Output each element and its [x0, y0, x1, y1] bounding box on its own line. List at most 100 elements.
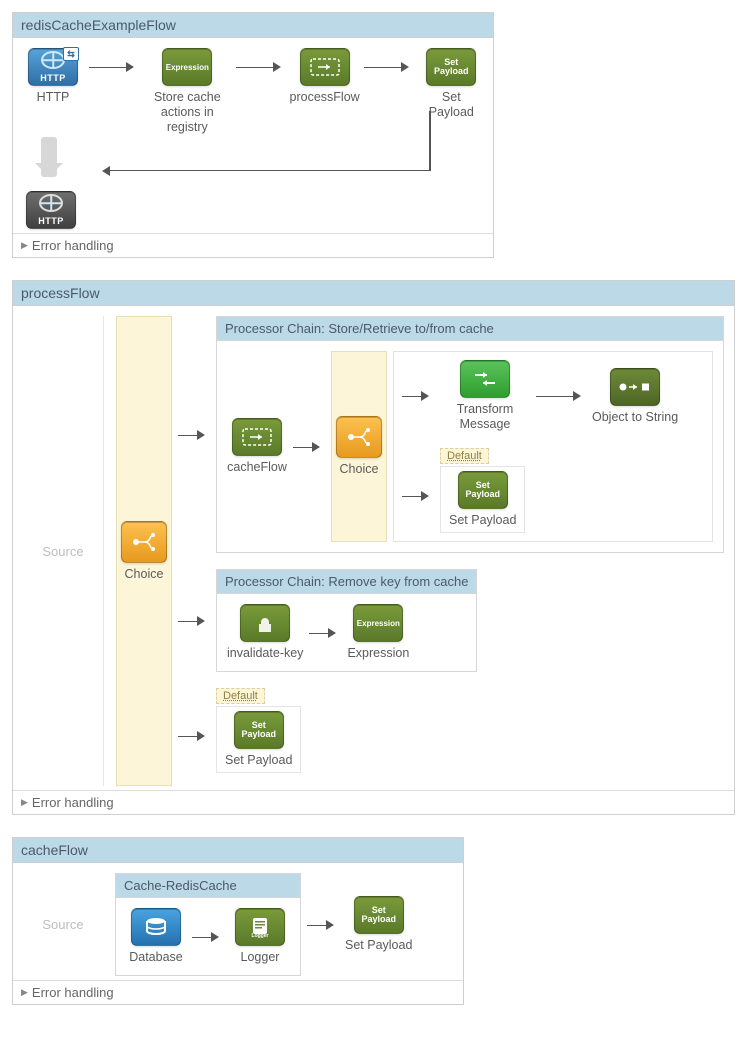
default-tag: Default [216, 688, 265, 704]
arrow-icon [192, 932, 224, 942]
main-row: Source Cache-RedisCache Database Logger [23, 873, 453, 976]
expression-icon: Expression [353, 604, 403, 642]
node-caption: Set Payload [225, 753, 292, 768]
inner-choice-branches: Transform Message Object to String [393, 351, 713, 542]
database-icon [131, 908, 181, 946]
arrow-icon [178, 616, 210, 626]
inner-set-payload-node[interactable]: Set Payload Set Payload [440, 466, 525, 533]
error-handling-bar[interactable]: ▶ Error handling [13, 980, 463, 1004]
node-caption: Store cache actions in registry [145, 90, 230, 135]
arrow-icon [236, 62, 286, 72]
set-payload-node[interactable]: Set Payload Set Payload [420, 48, 483, 120]
expression-node[interactable]: Expression Store cache actions in regist… [145, 48, 230, 135]
arrow-icon [178, 430, 210, 440]
object-to-string-icon [610, 368, 660, 406]
choice-branch-default: Default Set Payload Set Payload [178, 688, 724, 773]
transform-icon [460, 360, 510, 398]
choice-branch-2: Processor Chain: Remove key from cache i… [178, 569, 724, 672]
subflow-ref-node[interactable]: processFlow [292, 48, 358, 105]
error-label: Error handling [32, 795, 114, 810]
arrow-icon [402, 491, 434, 501]
http-reply-node[interactable]: HTTP [21, 191, 81, 229]
error-handling-bar[interactable]: ▶ Error handling [13, 233, 493, 257]
arrow-icon [364, 62, 414, 72]
icon-text: Payload [434, 67, 469, 76]
arrow-icon [536, 391, 586, 401]
logger-node[interactable]: Logger Logger [230, 908, 290, 965]
arrow-icon [293, 442, 325, 452]
set-payload-node[interactable]: Set Payload Set Payload [345, 896, 412, 953]
error-label: Error handling [32, 985, 114, 1000]
scope-body: invalidate-key Expression Expression [217, 594, 476, 671]
exchange-badge-icon: ⇆ [63, 47, 79, 61]
choice-branches: Processor Chain: Store/Retrieve to/from … [178, 316, 724, 773]
node-caption: Transform Message [440, 402, 530, 432]
choice-icon [336, 416, 382, 458]
error-handling-bar[interactable]: ▶ Error handling [13, 790, 734, 814]
icon-text: Payload [241, 730, 276, 739]
flow-process-flow: processFlow Source Choice Processor Chai… [12, 280, 735, 815]
invalidate-key-node[interactable]: invalidate-key [227, 604, 303, 661]
expression-icon: Expression [162, 48, 212, 86]
node-caption: Choice [340, 462, 379, 477]
choice-icon [121, 521, 167, 563]
arrow-icon [309, 628, 341, 638]
flow-title: processFlow [13, 281, 734, 306]
set-payload-icon: Set Payload [458, 471, 508, 509]
default-tag: Default [440, 448, 489, 464]
collapse-icon: ▶ [21, 797, 28, 808]
source-box: Source [23, 873, 103, 976]
set-payload-icon: Set Payload [354, 896, 404, 934]
subflow-icon [300, 48, 350, 86]
scope-title: Cache-RedisCache [116, 874, 300, 898]
choice-router[interactable]: Choice [116, 316, 172, 786]
error-label: Error handling [32, 238, 114, 253]
arrow-icon [307, 920, 339, 930]
cacheflow-ref-node[interactable]: cacheFlow [227, 418, 287, 475]
inner-branch-when: Transform Message Object to String [402, 360, 704, 432]
wide-arrow-down-icon [41, 137, 57, 177]
node-caption: Object to String [592, 410, 678, 425]
object-to-string-node[interactable]: Object to String [592, 368, 678, 425]
inner-choice-router[interactable]: Choice [331, 351, 387, 542]
set-payload-icon: Set Payload [234, 711, 284, 749]
feedback-connector [49, 131, 483, 191]
http-inbound-node[interactable]: HTTP ⇆ HTTP [23, 48, 83, 105]
default-set-payload-node[interactable]: Set Payload Set Payload [216, 706, 301, 773]
scope-title: Processor Chain: Store/Retrieve to/from … [217, 317, 723, 341]
flow-body: HTTP ⇆ HTTP Expression Store cache actio… [13, 38, 493, 233]
logger-icon: Logger [235, 908, 285, 946]
node-caption: processFlow [290, 90, 360, 105]
invalidate-key-icon [240, 604, 290, 642]
processor-chain-remove: Processor Chain: Remove key from cache i… [216, 569, 477, 672]
database-node[interactable]: Database [126, 908, 186, 965]
flow-cache-flow: cacheFlow Source Cache-RedisCache Databa… [12, 837, 464, 1005]
subflow-icon [232, 418, 282, 456]
expression-node[interactable]: Expression Expression [347, 604, 409, 661]
inner-branch-default: Default Set Payload Set Payload [402, 448, 704, 533]
source-label: Source [42, 917, 83, 932]
node-caption: Expression [347, 646, 409, 661]
http-icon: HTTP ⇆ [28, 48, 78, 86]
flow-body: Source Choice Processor Chain: Store/Ret… [13, 306, 734, 790]
node-caption: HTTP [37, 90, 70, 105]
icon-text: Payload [465, 490, 500, 499]
collapse-icon: ▶ [21, 240, 28, 251]
scope-body: cacheFlow Choice [217, 341, 723, 552]
flow-body: Source Cache-RedisCache Database Logger [13, 863, 463, 980]
icon-text: Expression [357, 619, 400, 628]
scope-title: Processor Chain: Remove key from cache [217, 570, 476, 594]
arrow-icon [178, 731, 210, 741]
cache-scope: Cache-RedisCache Database Logger Logger [115, 873, 301, 976]
transform-message-node[interactable]: Transform Message [440, 360, 530, 432]
flow-title: redisCacheExampleFlow [13, 13, 493, 38]
scope-body: Database Logger Logger [116, 898, 300, 975]
set-payload-icon: Set Payload [426, 48, 476, 86]
source-label: Source [42, 544, 83, 559]
node-caption: Set Payload [449, 513, 516, 528]
arrow-icon [402, 391, 434, 401]
choice-branch-1: Processor Chain: Store/Retrieve to/from … [178, 316, 724, 553]
node-caption: invalidate-key [227, 646, 303, 661]
flow-redis-cache-example: redisCacheExampleFlow HTTP ⇆ HTTP Expres… [12, 12, 494, 258]
main-row: Source Choice Processor Chain: Store/Ret… [23, 316, 724, 786]
